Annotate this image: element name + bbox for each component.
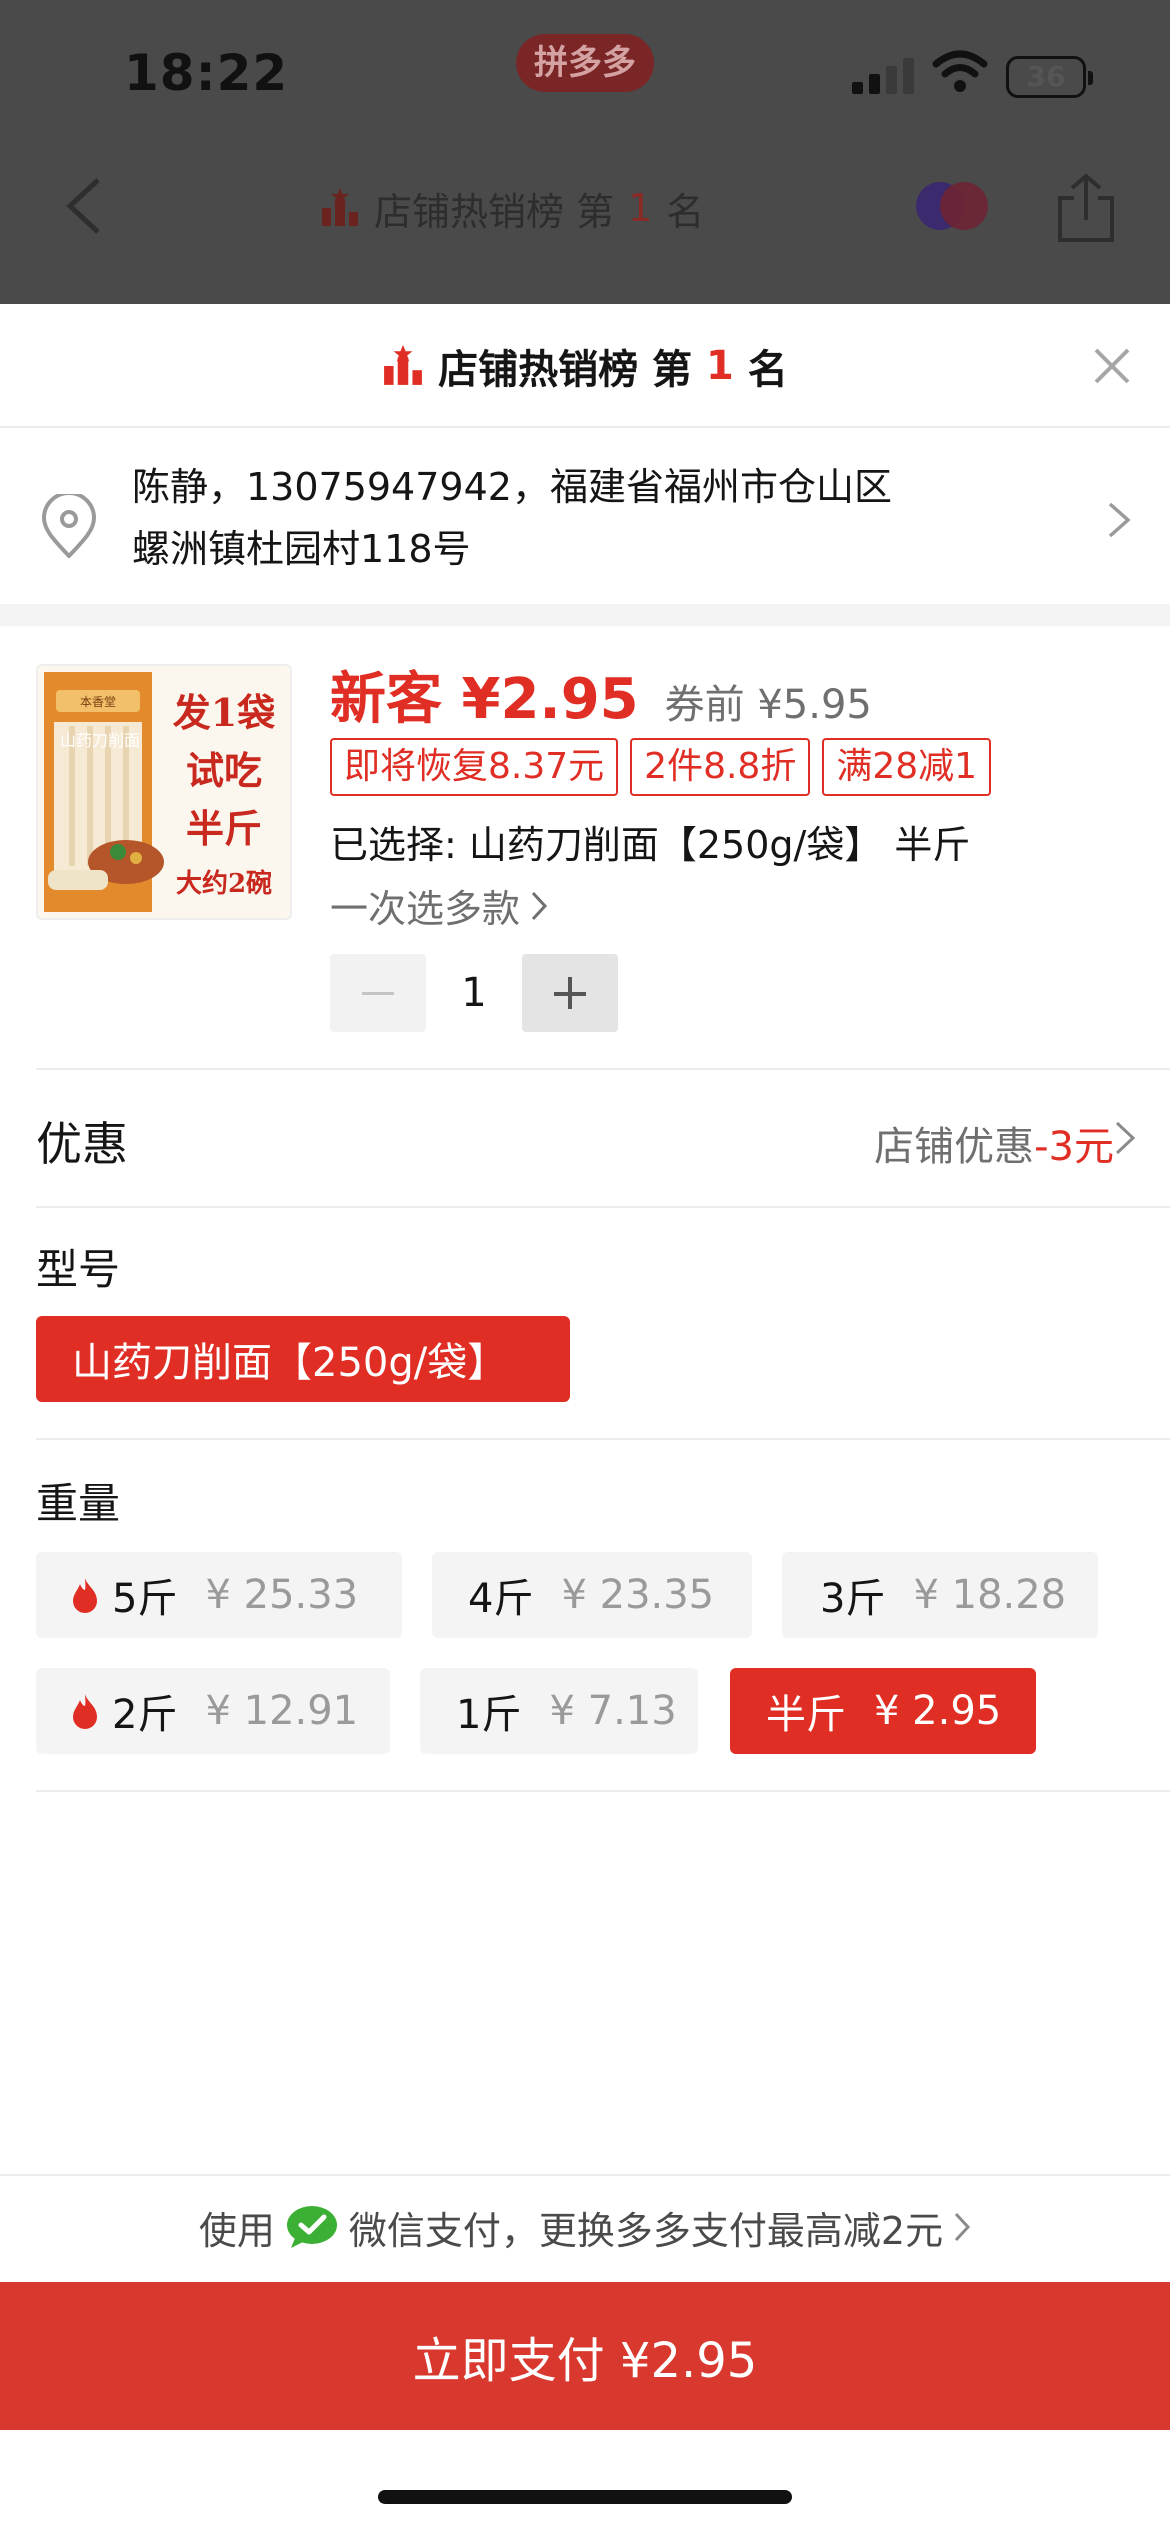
divider	[36, 1790, 1170, 1792]
product-thumbnail[interactable]: 本香堂 山药刀削面 发1袋 试吃 半斤 大约2碗	[36, 664, 292, 920]
chevron-right-icon	[1108, 502, 1131, 538]
sheet-title-prefix: 店铺热销榜 第	[438, 347, 693, 393]
weight-label: 重量	[36, 1479, 121, 1528]
weight-option-name: 3斤	[820, 1576, 886, 1622]
nav-title-suffix: 名	[666, 189, 705, 234]
address-row[interactable]: 陈静，13075947942，福建省福州市仓山区 螺洲镇杜园村118号	[0, 428, 1170, 608]
promo-tag: 2件8.8折	[630, 738, 811, 796]
weight-option-name: 1斤	[456, 1692, 522, 1738]
chevron-right-icon	[531, 891, 548, 920]
home-indicator[interactable]	[378, 2490, 792, 2504]
discount-row[interactable]: 优惠 店铺优惠 -3元	[0, 1070, 1170, 1206]
weight-option-name: 半斤	[766, 1692, 846, 1738]
minus-icon	[362, 992, 394, 995]
close-icon[interactable]	[1088, 342, 1136, 390]
new-customer-price: 新客 ¥2.95	[330, 667, 639, 732]
weight-option-name: 4斤	[468, 1576, 534, 1622]
wifi-icon	[932, 50, 988, 92]
promo-tag: 满28减1	[822, 738, 992, 796]
model-option-selected[interactable]: 山药刀削面【250g/袋】	[36, 1316, 570, 1402]
weight-option-price: ¥ 23.35	[561, 1572, 715, 1618]
sheet-title-rank: 1	[706, 343, 734, 389]
selected-variant-text: 已选择: 山药刀削面【250g/袋】 半斤	[330, 823, 971, 867]
model-label: 型号	[36, 1245, 121, 1294]
avatar-icon[interactable]	[914, 180, 992, 232]
weight-option-3jin[interactable]: 3斤 ¥ 18.28	[782, 1552, 1098, 1638]
product-image: 本香堂 山药刀削面 发1袋 试吃 半斤 大约2碗	[38, 666, 290, 918]
weight-option-name: 5斤	[112, 1576, 178, 1622]
status-time: 18:22	[124, 44, 289, 102]
flame-icon	[73, 1694, 97, 1729]
weight-option-1jin[interactable]: 1斤 ¥ 7.13	[420, 1668, 698, 1754]
weight-option-5jin[interactable]: 5斤 ¥ 25.33	[36, 1552, 402, 1638]
product-promo-text-3: 半斤	[186, 806, 262, 851]
purchase-sheet: 店铺热销榜 第1名 陈静，13075947942，福建省福州市仓山区 螺洲镇杜园…	[0, 304, 1170, 2532]
product-brand-text: 本香堂	[80, 695, 116, 709]
model-option-label: 山药刀削面【250g/袋】	[72, 1340, 508, 1386]
multi-select-label: 一次选多款	[330, 887, 521, 931]
share-icon[interactable]	[1054, 172, 1118, 244]
chevron-right-icon	[1115, 1121, 1136, 1155]
product-promo-text-4: 大约2碗	[176, 868, 272, 899]
product-promo-text-1: 发1袋	[173, 690, 275, 735]
weight-option-price: ¥ 25.33	[205, 1572, 359, 1618]
address-line-2: 螺洲镇杜园村118号	[132, 527, 471, 571]
discount-amount: -3元	[1034, 1124, 1114, 1170]
back-arrow-icon[interactable]	[60, 176, 108, 236]
pre-coupon-price: 券前 ¥5.95	[664, 682, 872, 728]
pay-tip-prefix: 使用	[198, 2208, 275, 2253]
weight-option-price: ¥ 12.91	[205, 1688, 359, 1734]
chevron-right-icon	[954, 2212, 971, 2242]
nav-title-rank: 1	[628, 186, 653, 230]
app-badge: 拼多多	[516, 34, 654, 92]
promo-tag: 即将恢复8.37元	[330, 738, 619, 796]
product-side-text: 山药刀削面	[60, 731, 140, 750]
decrement-button[interactable]	[330, 954, 426, 1032]
weight-option-2jin[interactable]: 2斤 ¥ 12.91	[36, 1668, 390, 1754]
nav-title: 店铺热销榜 第 1名	[320, 180, 704, 236]
multi-select-link[interactable]: 一次选多款	[330, 878, 548, 933]
divider	[36, 1206, 1170, 1208]
pay-now-button[interactable]: 立即支付 ¥2.95	[0, 2282, 1170, 2430]
discount-value-prefix: 店铺优惠	[874, 1124, 1035, 1170]
discount-label: 优惠	[36, 1117, 128, 1171]
discount-value: 店铺优惠 -3元	[874, 1114, 1114, 1172]
battery-icon: 36	[1006, 56, 1093, 98]
product-promo-text-2: 试吃	[186, 748, 262, 793]
wechat-pay-icon	[286, 2206, 337, 2248]
address-text: 陈静，13075947942，福建省福州市仓山区 螺洲镇杜园村118号	[132, 456, 1072, 580]
background-page: 18:22 拼多多 36 店铺热销榜 第 1名	[0, 0, 1170, 304]
pay-tip-text: 微信支付，更换多多支付最高减2元	[348, 2208, 944, 2253]
weight-option-4jin[interactable]: 4斤 ¥ 23.35	[432, 1552, 752, 1638]
sheet-title-suffix: 名	[747, 347, 788, 393]
price-line: 新客 ¥2.95 券前 ¥5.95	[330, 654, 872, 735]
flame-icon	[73, 1578, 97, 1613]
address-line-1: 陈静，13075947942，福建省福州市仓山区	[132, 465, 892, 509]
weight-option-price: ¥ 2.95	[874, 1688, 1002, 1734]
section-separator	[0, 604, 1170, 626]
weight-option-price: ¥ 18.28	[913, 1572, 1067, 1618]
weight-option-half-jin-selected[interactable]: 半斤 ¥ 2.95	[730, 1668, 1036, 1754]
quantity-value[interactable]: 1	[426, 970, 522, 1016]
weight-option-name: 2斤	[112, 1692, 178, 1738]
cellular-signal-icon	[852, 58, 916, 94]
promo-tags: 即将恢复8.37元 2件8.8折 满28减1	[330, 738, 992, 796]
increment-button[interactable]	[522, 954, 618, 1032]
nav-title-prefix: 店铺热销榜 第	[374, 189, 615, 234]
sheet-header: 店铺热销榜 第 1名	[0, 304, 1170, 428]
sheet-title: 店铺热销榜 第 1名	[0, 304, 1170, 428]
location-pin-icon	[41, 494, 97, 558]
ranking-icon	[322, 188, 358, 226]
ranking-icon	[384, 345, 423, 385]
divider	[36, 1438, 1170, 1440]
payment-method-tip[interactable]: 使用 微信支付，更换多多支付最高减2元	[0, 2174, 1170, 2278]
weight-option-price: ¥ 7.13	[549, 1688, 677, 1734]
quantity-stepper: 1	[330, 954, 618, 1032]
